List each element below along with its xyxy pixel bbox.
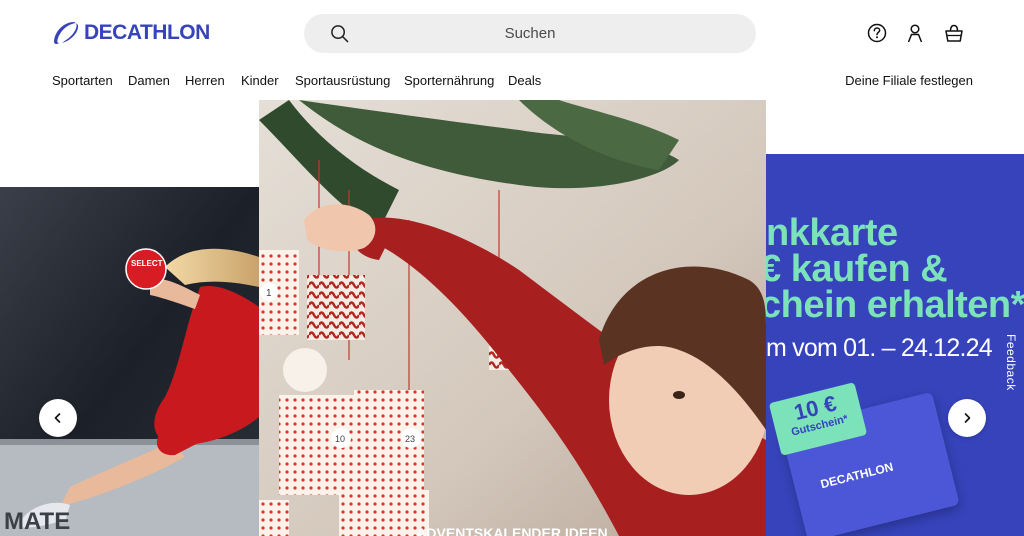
slide-caption: ADVENTSKALENDER IDEEN [416, 525, 607, 536]
promo-headline-line-3: chein erhalten* [766, 284, 1024, 326]
feedback-tab[interactable]: Feedback [1004, 334, 1024, 391]
tag-number-10: 10 [335, 434, 345, 444]
wall-text: MATE [4, 508, 70, 535]
site-header: DECATHLON Suchen [0, 0, 1024, 66]
nav-item-damen[interactable]: Damen [128, 73, 170, 88]
ball-brand-text: SELECT [131, 259, 163, 268]
cart-icon[interactable] [944, 23, 964, 43]
promo-date-range: m vom 01. – 24.12.24 [766, 334, 993, 362]
nav-item-sporternaehrung[interactable]: Sporternährung [404, 73, 494, 88]
tag-number-23: 23 [405, 434, 415, 444]
hero-carousel: SELECT MATE 1 10 23 ADVENTSKALENDER IDEE… [0, 100, 1024, 536]
card-logo-text: DECATHLON [819, 459, 895, 492]
search-input[interactable]: Suchen [304, 25, 756, 42]
chevron-right-icon [964, 413, 971, 423]
brand-name: DECATHLON [84, 21, 210, 44]
tag-number-1: 1 [266, 288, 272, 299]
carousel-next-button[interactable] [948, 399, 986, 437]
feedback-label: Feedback [1004, 334, 1018, 391]
nav-item-deals[interactable]: Deals [508, 73, 541, 88]
search-bar[interactable]: Suchen [304, 14, 756, 53]
handball-player-image: SELECT MATE [0, 187, 259, 536]
nav-item-sportausruestung[interactable]: Sportausrüstung [295, 73, 390, 88]
decathlon-swoosh-icon [54, 22, 79, 45]
help-icon[interactable] [867, 23, 887, 43]
slide-advent-calendar[interactable]: 1 10 23 ADVENTSKALENDER IDEEN [259, 100, 766, 536]
carousel-prev-button[interactable] [39, 399, 77, 437]
nav-item-kinder[interactable]: Kinder [241, 73, 279, 88]
chevron-left-icon [54, 413, 61, 423]
slide-giftcard-promo[interactable]: nkkarte € kaufen & chein erhalten* m vom… [766, 154, 1024, 536]
main-navigation: Sportarten Damen Herren Kinder Sportausr… [0, 66, 1024, 96]
nav-item-herren[interactable]: Herren [185, 73, 225, 88]
search-icon [331, 25, 349, 43]
decathlon-logo[interactable]: DECATHLON [52, 21, 210, 45]
slide-handball[interactable]: SELECT MATE [0, 187, 259, 536]
account-icon[interactable] [905, 23, 925, 43]
store-locator-link[interactable]: Deine Filiale festlegen [845, 73, 973, 88]
advent-calendar-image: 1 10 23 ADVENTSKALENDER IDEEN [259, 100, 766, 536]
nav-item-sportarten[interactable]: Sportarten [52, 73, 113, 88]
